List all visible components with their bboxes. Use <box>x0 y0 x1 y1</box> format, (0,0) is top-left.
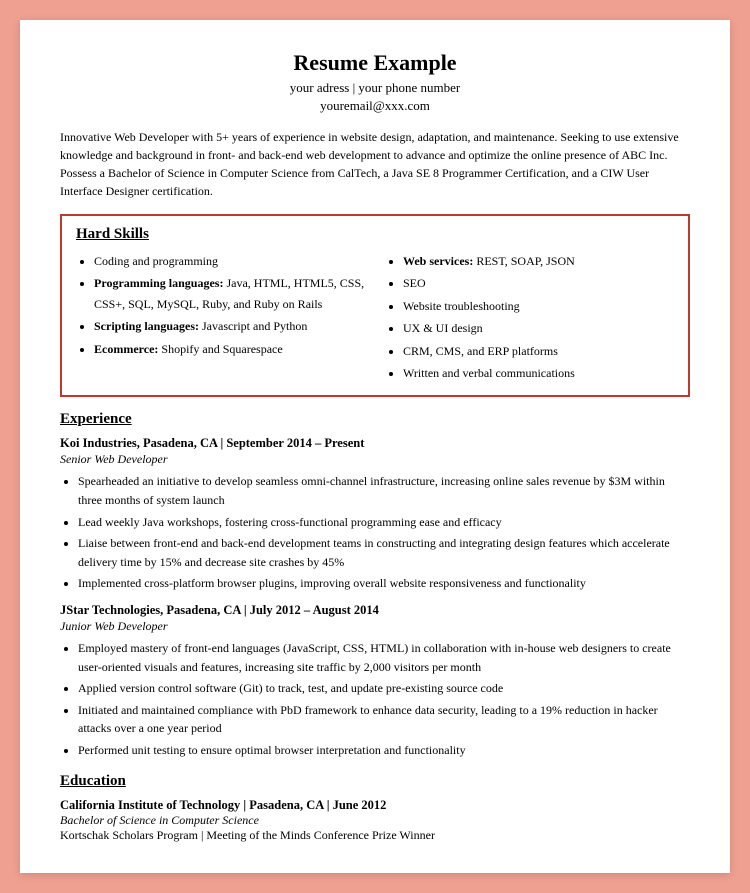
skill-item: Scripting languages: Javascript and Pyth… <box>94 316 365 336</box>
skill-item: Ecommerce: Shopify and Squarespace <box>94 339 365 359</box>
education-title: Education <box>60 773 690 790</box>
skill-item: CRM, CMS, and ERP platforms <box>403 341 674 361</box>
bullet-item: Applied version control software (Git) t… <box>78 679 690 698</box>
education-section: Education California Institute of Techno… <box>60 773 690 843</box>
skill-item: Web services: REST, SOAP, JSON <box>403 251 674 271</box>
job-1-bullets: Spearheaded an initiative to develop sea… <box>60 472 690 593</box>
job-2-title: Junior Web Developer <box>60 619 690 634</box>
edu-school: California Institute of Technology | Pas… <box>60 798 690 813</box>
contact-line1: your adress | your phone number <box>60 80 690 96</box>
skills-columns: Coding and programming Programming langu… <box>76 251 674 385</box>
edu-school-name: California Institute of Technology <box>60 798 240 812</box>
skill-item: Coding and programming <box>94 251 365 271</box>
skills-right-list: Web services: REST, SOAP, JSON SEO Websi… <box>385 251 674 383</box>
contact-email: youremail@xxx.com <box>60 98 690 114</box>
skill-item: Website troubleshooting <box>403 296 674 316</box>
job-1: Koi Industries, Pasadena, CA | September… <box>60 436 690 593</box>
hard-skills-section: Hard Skills Coding and programming Progr… <box>60 214 690 397</box>
bullet-item: Employed mastery of front-end languages … <box>78 639 690 676</box>
bullet-item: Liaise between front-end and back-end de… <box>78 534 690 571</box>
edu-location-date: | Pasadena, CA | June 2012 <box>243 798 386 812</box>
hard-skills-title: Hard Skills <box>76 226 674 243</box>
resume-document: Resume Example your adress | your phone … <box>20 20 730 873</box>
job-2-bullets: Employed mastery of front-end languages … <box>60 639 690 760</box>
skill-item: UX & UI design <box>403 318 674 338</box>
edu-degree: Bachelor of Science in Computer Science <box>60 813 690 828</box>
job-1-title: Senior Web Developer <box>60 452 690 467</box>
summary-text: Innovative Web Developer with 5+ years o… <box>60 128 690 200</box>
job-1-company: Koi Industries, Pasadena, CA | September… <box>60 436 690 451</box>
edu-award: Kortschak Scholars Program | Meeting of … <box>60 828 690 843</box>
bullet-item: Implemented cross-platform browser plugi… <box>78 574 690 593</box>
skill-item: Programming languages: Java, HTML, HTML5… <box>94 273 365 314</box>
bullet-item: Initiated and maintained compliance with… <box>78 701 690 738</box>
skills-left-list: Coding and programming Programming langu… <box>76 251 365 359</box>
bullet-item: Performed unit testing to ensure optimal… <box>78 741 690 760</box>
job-2: JStar Technologies, Pasadena, CA | July … <box>60 603 690 760</box>
skill-item: SEO <box>403 273 674 293</box>
job-2-company: JStar Technologies, Pasadena, CA | July … <box>60 603 690 618</box>
bullet-item: Lead weekly Java workshops, fostering cr… <box>78 513 690 532</box>
resume-title: Resume Example <box>60 50 690 76</box>
skill-item: Written and verbal communications <box>403 363 674 383</box>
experience-title: Experience <box>60 411 690 428</box>
experience-section: Experience Koi Industries, Pasadena, CA … <box>60 411 690 759</box>
bullet-item: Spearheaded an initiative to develop sea… <box>78 472 690 509</box>
skills-left-column: Coding and programming Programming langu… <box>76 251 365 385</box>
skills-right-column: Web services: REST, SOAP, JSON SEO Websi… <box>385 251 674 385</box>
